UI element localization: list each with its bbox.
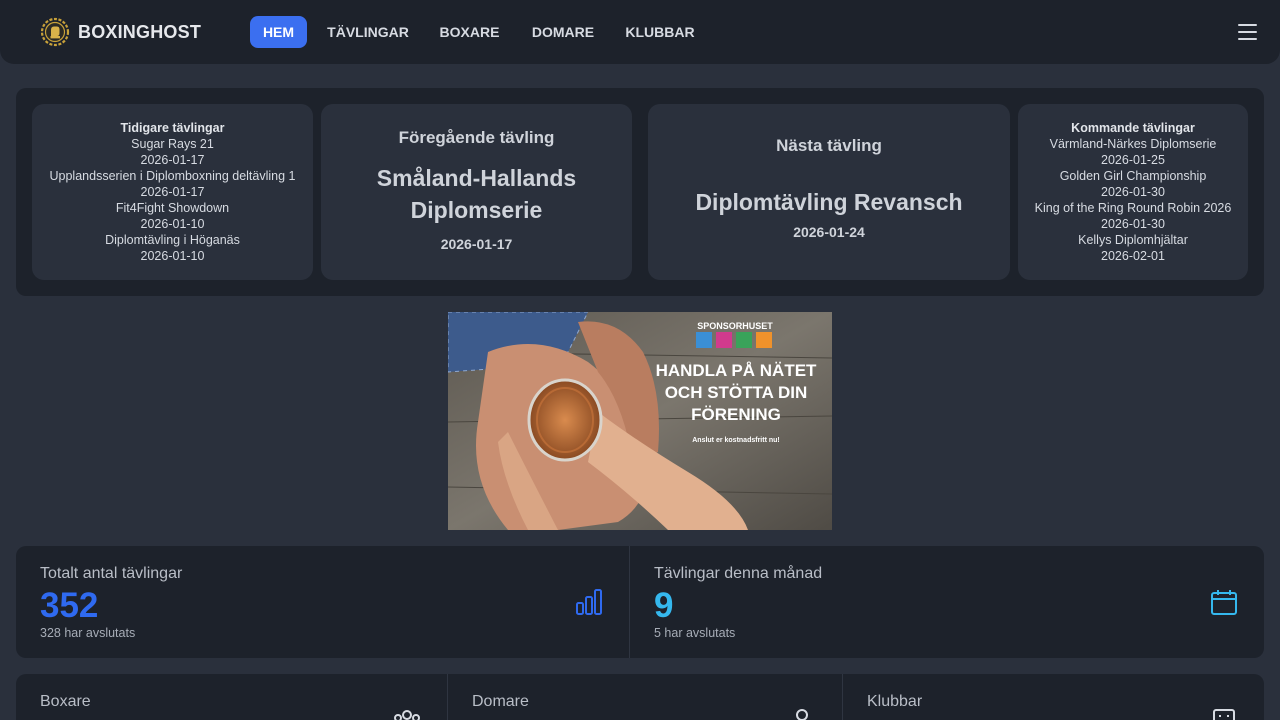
nav-item-domare[interactable]: DOMARE xyxy=(522,16,604,48)
next-competition-date: 2026-01-24 xyxy=(793,224,865,240)
ad-headline: OCH STÖTTA DIN xyxy=(665,383,808,402)
upcoming-competition-date: 2026-01-30 xyxy=(1101,217,1165,231)
sponsor-ad-image: SPONSORHUSET HANDLA PÅ NÄTET OCH STÖTTA … xyxy=(448,312,832,530)
stat-referees-label: Domare xyxy=(472,693,529,710)
upcoming-competition-date: 2026-01-25 xyxy=(1101,153,1165,167)
ad-brand: SPONSORHUSET xyxy=(697,321,773,331)
previous-competition-name[interactable]: Diplomtävling i Höganäs xyxy=(32,232,313,248)
previous-competition-name[interactable]: Sugar Rays 21 xyxy=(32,136,313,152)
upcoming-competition-name[interactable]: Golden Girl Championship xyxy=(1018,168,1248,184)
next-competition-card[interactable]: Nästa tävling Diplomtävling Revansch 202… xyxy=(648,104,1010,280)
stats-row-competitions: Totalt antal tävlingar 352 328 har avslu… xyxy=(16,546,1264,658)
users-icon xyxy=(394,710,420,720)
bar-chart-icon xyxy=(576,589,602,615)
previous-competition-date: 2026-01-10 xyxy=(140,217,205,231)
upcoming-competition-date: 2026-01-30 xyxy=(1101,185,1165,199)
last-competition-name: Diplomserie xyxy=(410,197,543,223)
previous-competition-date: 2026-01-17 xyxy=(140,185,205,199)
next-competition-name: Diplomtävling Revansch xyxy=(695,189,963,215)
stat-divider xyxy=(629,546,630,658)
nav-item-klubbar[interactable]: KLUBBAR xyxy=(618,16,702,48)
calendar-icon xyxy=(1211,590,1237,615)
nav-item-boxare[interactable]: BOXARE xyxy=(430,16,509,48)
previous-competition-name[interactable]: Upplandsserien i Diplomboxning deltävlin… xyxy=(32,168,313,184)
boxing-crest-icon xyxy=(40,17,70,47)
stat-month-label: Tävlingar denna månad xyxy=(654,565,823,582)
upcoming-competitions-title: Kommande tävlingar xyxy=(1071,121,1195,135)
previous-competition-date: 2026-01-17 xyxy=(140,153,205,167)
stat-total-label: Totalt antal tävlingar xyxy=(40,565,183,582)
stat-month-sub: 5 har avslutats xyxy=(654,626,736,640)
competitions-panel: Tidigare tävlingar Sugar Rays 21 2026-01… xyxy=(16,88,1264,296)
upcoming-competition-name[interactable]: Kellys Diplomhjältar xyxy=(1018,232,1248,248)
previous-competitions-card: Tidigare tävlingar Sugar Rays 21 2026-01… xyxy=(32,104,313,280)
nav-item-hem[interactable]: HEM xyxy=(250,16,307,48)
stat-clubs-label: Klubbar xyxy=(867,693,923,710)
ad-headline: FÖRENING xyxy=(691,405,781,424)
previous-competitions-title: Tidigare tävlingar xyxy=(120,121,225,135)
hamburger-menu-icon[interactable] xyxy=(1238,24,1257,40)
stat-boxers-label: Boxare xyxy=(40,693,91,710)
stat-month-value: 9 xyxy=(654,586,674,625)
last-competition-heading: Föregående tävling xyxy=(398,128,555,147)
upcoming-competition-name[interactable]: King of the Ring Round Robin 2026 xyxy=(1018,200,1248,216)
upcoming-competition-date: 2026-02-01 xyxy=(1101,249,1165,263)
building-icon xyxy=(1213,709,1235,720)
brand[interactable]: BOXINGHOST xyxy=(40,16,201,48)
user-icon xyxy=(796,709,808,720)
brand-name: BOXINGHOST xyxy=(78,21,202,42)
next-competition-heading: Nästa tävling xyxy=(776,136,882,155)
stat-divider xyxy=(842,674,843,720)
upcoming-competitions-card: Kommande tävlingar Värmland-Närkes Diplo… xyxy=(1018,104,1248,280)
ad-headline: HANDLA PÅ NÄTET xyxy=(656,361,817,380)
stat-divider xyxy=(447,674,448,720)
ad-tagline: Anslut er kostnadsfritt nu! xyxy=(692,437,780,444)
stats-row-entities: Boxare Domare Klubbar xyxy=(16,674,1264,720)
sponsor-ad-banner[interactable]: SPONSORHUSET HANDLA PÅ NÄTET OCH STÖTTA … xyxy=(448,312,832,530)
previous-competition-date: 2026-01-10 xyxy=(140,249,205,263)
nav-item-tavlingar[interactable]: TÄVLINGAR xyxy=(320,16,416,48)
previous-competition-name[interactable]: Fit4Fight Showdown xyxy=(32,200,313,216)
last-competition-date: 2026-01-17 xyxy=(440,236,513,252)
stat-total-sub: 328 har avslutats xyxy=(40,626,136,640)
navbar: BOXINGHOST HEM TÄVLINGAR BOXARE DOMARE K… xyxy=(0,0,1280,64)
stat-total-value: 352 xyxy=(40,586,99,625)
last-competition-name: Småland-Hallands xyxy=(376,165,577,191)
last-competition-card[interactable]: Föregående tävling Småland-Hallands Dipl… xyxy=(321,104,632,280)
upcoming-competition-name[interactable]: Värmland-Närkes Diplomserie xyxy=(1018,136,1248,152)
